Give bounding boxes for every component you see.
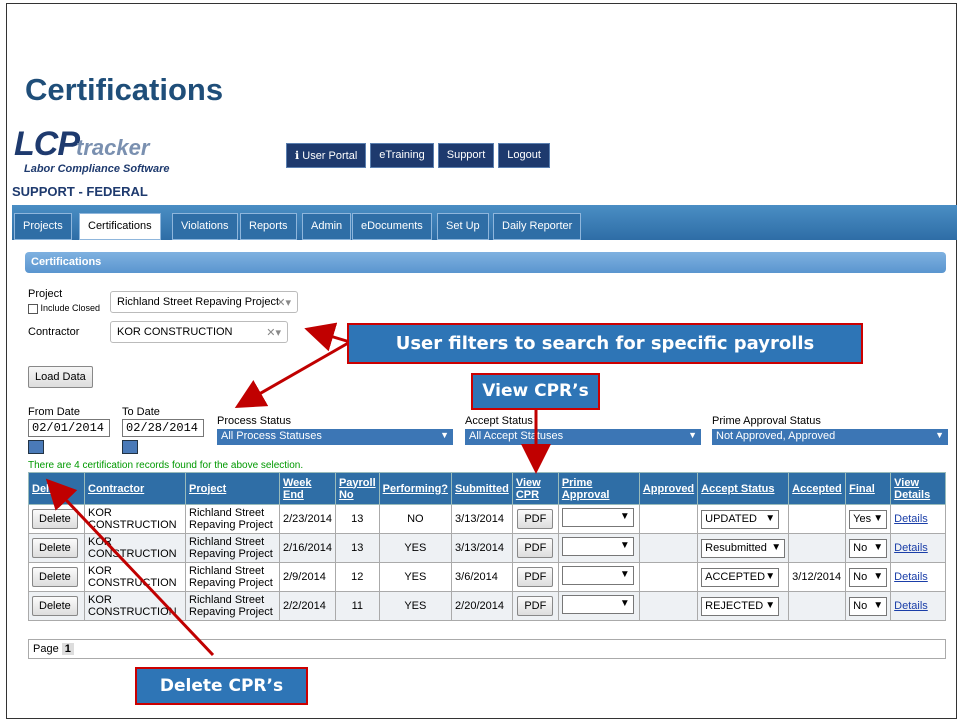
callout-filters: User filters to search for specific payr… <box>347 323 863 364</box>
arrow-to-contractor <box>304 322 351 352</box>
callout-delete-cpr: Delete CPR’s <box>135 667 308 705</box>
callout-view-cpr: View CPR’s <box>471 373 600 410</box>
arrow-to-delete <box>45 478 215 657</box>
arrow-to-process-status <box>234 340 351 408</box>
